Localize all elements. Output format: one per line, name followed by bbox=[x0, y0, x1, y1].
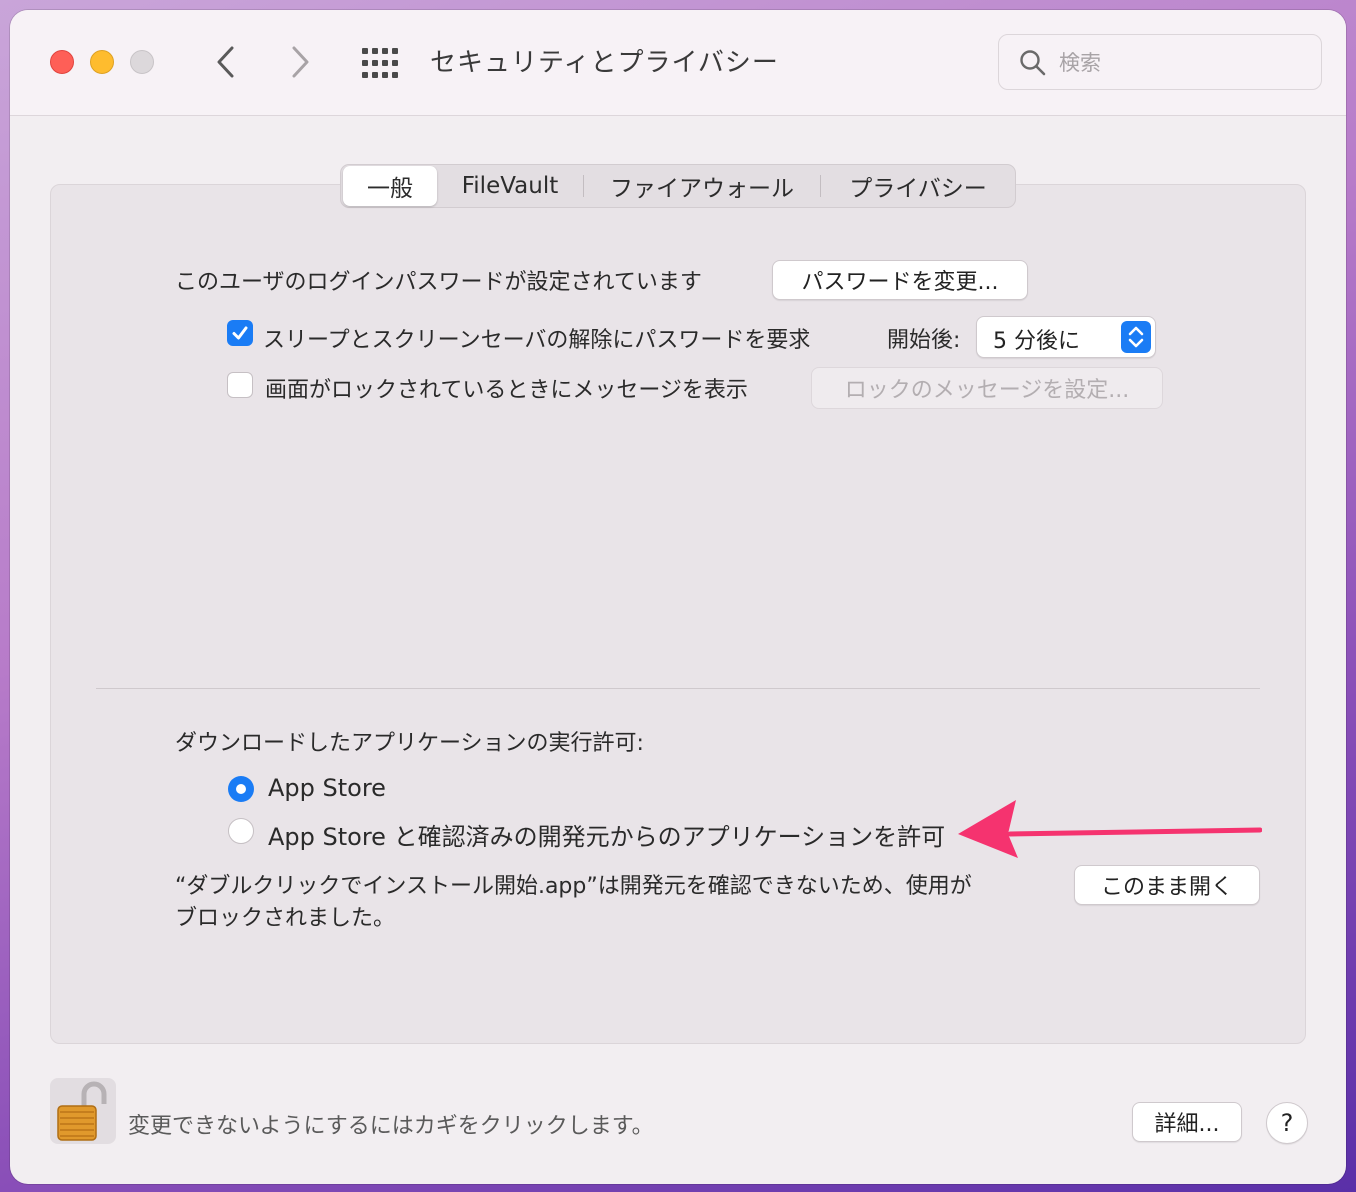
show-all-button[interactable] bbox=[360, 46, 400, 80]
close-button[interactable] bbox=[50, 50, 74, 74]
section-divider bbox=[96, 688, 1260, 689]
back-chevron-icon bbox=[217, 46, 234, 78]
show-message-label: 画面がロックされているときにメッセージを表示 bbox=[265, 378, 748, 403]
downloads-heading: ダウンロードしたアプリケーションの実行許可: bbox=[175, 731, 644, 756]
checkmark-icon bbox=[232, 326, 248, 340]
zoom-button[interactable] bbox=[130, 50, 154, 74]
annotation-arrow bbox=[958, 800, 1262, 858]
window-title: セキュリティとプライバシー bbox=[430, 48, 779, 78]
require-password-label: スリープとスクリーンセーバの解除にパスワードを要求 bbox=[263, 328, 811, 353]
change-password-button[interactable]: パスワードを変更... bbox=[772, 260, 1028, 300]
delay-select[interactable]: 5 分後に bbox=[976, 316, 1156, 358]
advanced-button[interactable]: 詳細... bbox=[1132, 1102, 1242, 1142]
padlock-open-icon bbox=[57, 1081, 107, 1141]
require-password-checkbox[interactable] bbox=[227, 320, 253, 346]
search-icon bbox=[1020, 50, 1046, 76]
radio-app-store[interactable] bbox=[228, 776, 254, 802]
show-message-checkbox[interactable] bbox=[227, 372, 253, 398]
after-label: 開始後: bbox=[887, 328, 961, 353]
forward-chevron-icon bbox=[292, 46, 309, 78]
open-anyway-button[interactable]: このまま開く bbox=[1074, 865, 1260, 905]
grid-icon bbox=[362, 48, 398, 78]
set-lock-message-button[interactable]: ロックのメッセージを設定... bbox=[811, 367, 1163, 409]
radio-app-store-identified[interactable] bbox=[228, 818, 254, 844]
lock-button[interactable] bbox=[50, 1078, 116, 1144]
titlebar: セキュリティとプライバシー bbox=[10, 10, 1346, 116]
tab-privacy[interactable]: プライバシー bbox=[821, 166, 1015, 206]
tab-filevault[interactable]: FileVault bbox=[437, 166, 583, 206]
lock-hint-text: 変更できないようにするにはカギをクリックします。 bbox=[128, 1114, 654, 1139]
tab-general[interactable]: 一般 bbox=[343, 166, 437, 206]
preferences-window: セキュリティとプライバシー 一般 FileVault ファイアウォール プライバ… bbox=[10, 10, 1346, 1184]
radio-app-store-identified-label: App Store と確認済みの開発元からのアプリケーションを許可 bbox=[268, 823, 946, 851]
stepper-icon bbox=[1121, 321, 1151, 353]
tab-firewall[interactable]: ファイアウォール bbox=[584, 166, 820, 206]
tab-bar: 一般 FileVault ファイアウォール プライバシー bbox=[340, 164, 1016, 208]
blocked-message-line2: ブロックされました。 bbox=[175, 906, 396, 931]
search-input[interactable] bbox=[1059, 45, 1299, 81]
blocked-message-line1: “ダブルクリックでインストール開始.app”は開発元を確認できないため、使用が bbox=[175, 874, 972, 899]
delay-select-value: 5 分後に bbox=[993, 329, 1080, 354]
back-button[interactable] bbox=[206, 40, 246, 84]
help-button[interactable]: ? bbox=[1266, 1102, 1308, 1144]
search-field[interactable] bbox=[998, 34, 1322, 90]
minimize-button[interactable] bbox=[90, 50, 114, 74]
radio-app-store-label: App Store bbox=[268, 774, 386, 802]
forward-button[interactable] bbox=[280, 40, 320, 84]
login-password-text: このユーザのログインパスワードが設定されています bbox=[175, 270, 702, 295]
